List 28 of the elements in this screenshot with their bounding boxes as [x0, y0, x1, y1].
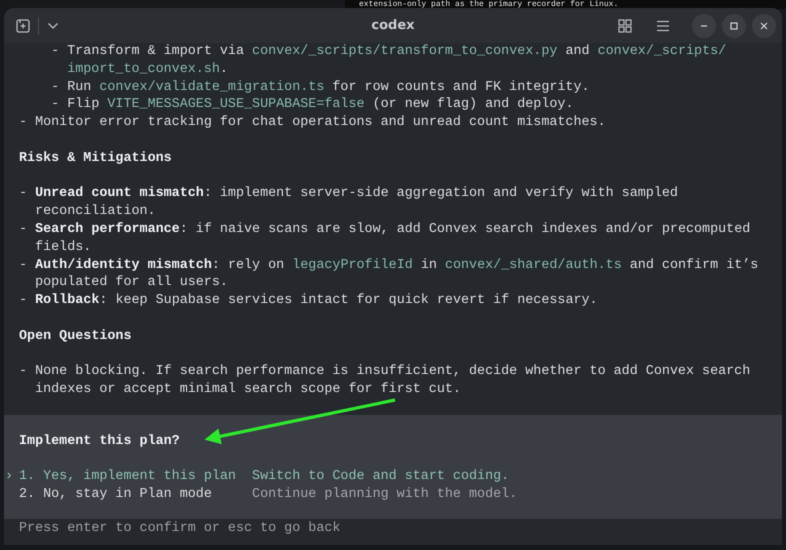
- bullet-text: - Run convex/validate_migration.ts for row counts and FK integrity.: [51, 78, 591, 96]
- chevron-down-icon[interactable]: [47, 22, 59, 30]
- bullet-text: - Rollback: keep Supabase services intact for quick revert if necessary.: [19, 292, 599, 310]
- section-heading: Open Questions: [19, 328, 132, 346]
- new-tab-icon[interactable]: [16, 18, 30, 32]
- close-button[interactable]: [752, 14, 776, 38]
- menu-icon[interactable]: [656, 20, 670, 32]
- bullet-text: - None blocking. If search performance is insufficient, decide whether to add Convex search indexes or accept minimal search scope for first cut.: [19, 363, 752, 399]
- close-icon: [759, 20, 769, 30]
- grid-icon[interactable]: [618, 18, 632, 32]
- maximize-button[interactable]: [722, 14, 746, 38]
- bullet-text: - Unread count mismatch: implement server-side aggregation and verify with sampled reconciliation.: [19, 185, 679, 221]
- option-label[interactable]: 1. Yes, implement this plan: [19, 468, 252, 486]
- option-label[interactable]: 2. No, stay in Plan mode: [19, 486, 252, 504]
- option-description: Continue planning with the model.: [252, 486, 518, 504]
- bullet-text: - Auth/identity mismatch: rely on legacyProfileId in convex/_shared/auth.ts and confirm it’s populated for all users.: [19, 256, 760, 292]
- option-description: Switch to Code and start coding.: [252, 468, 510, 486]
- pointer-icon: ›: [4, 468, 19, 486]
- hint-text: Press enter to confirm or esc to go back: [18, 520, 342, 538]
- bullet-text: - Transform & import via convex/_scripts/transform_to_convex.py and convex/_scripts/import_to_convex.sh.: [51, 43, 728, 79]
- section-heading: Risks & Mitigations: [19, 150, 173, 168]
- terminal-text: extension-only path as the primary recorder for Linux.: [358, 0, 620, 9]
- prompt-question: Implement this plan?: [18, 432, 181, 451]
- maximize-icon: [729, 20, 739, 30]
- bullet-text: - Monitor error tracking for chat operations and unread count mismatches.: [19, 114, 607, 132]
- bullet-text: - Search performance: if naive scans are slow, add Convex search indexes and/or precomputed fields.: [19, 220, 752, 257]
- bullet-text: - Flip VITE_MESSAGES_USE_SUPABASE=false (or new flag) and deploy.: [51, 96, 574, 114]
- window-title: codex: [371, 18, 415, 33]
